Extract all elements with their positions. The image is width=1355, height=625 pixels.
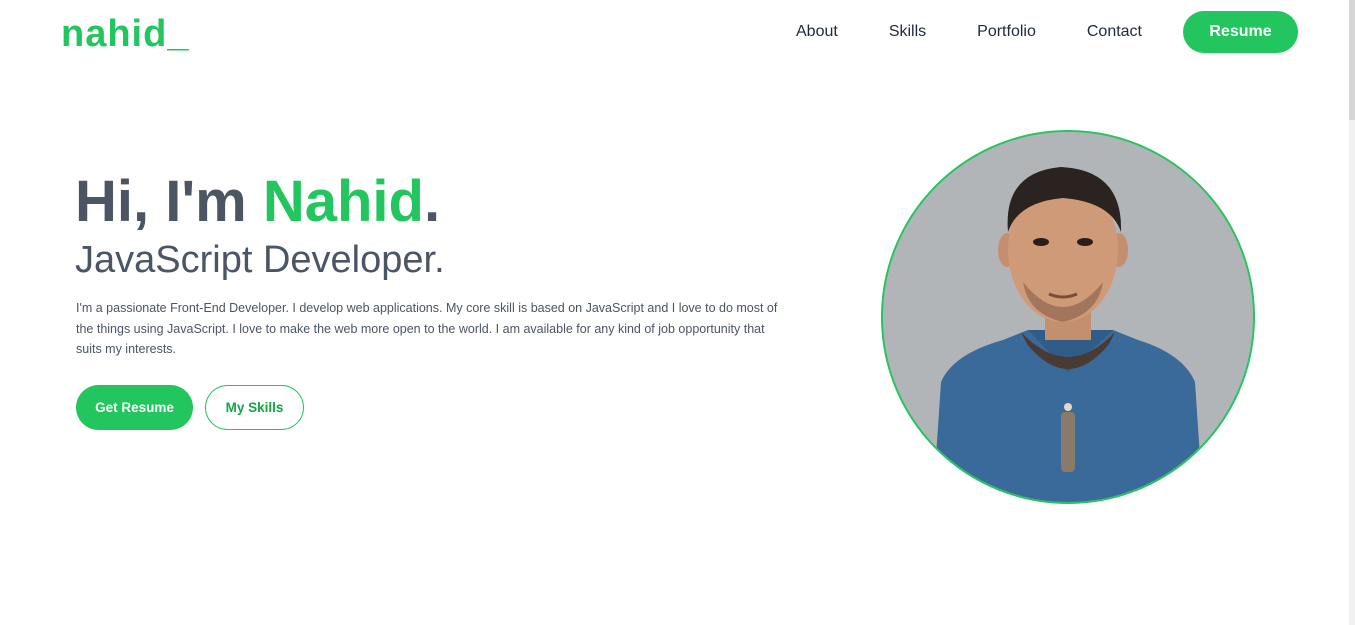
hero-description: I'm a passionate Front-End Developer. I … (76, 301, 778, 356)
site-logo[interactable]: nahid_ (61, 12, 189, 56)
page-scrollbar[interactable] (1349, 0, 1355, 625)
nav-link-contact[interactable]: Contact (1087, 11, 1142, 53)
hero-subtitle: JavaScript Developer. (75, 239, 445, 281)
hero-greeting-suffix: . (423, 169, 441, 234)
main-nav: About Skills Portfolio Contact Resume (796, 11, 1298, 53)
profile-portrait-illustration (883, 132, 1253, 502)
nav-link-skills[interactable]: Skills (889, 11, 926, 53)
nav-link-about[interactable]: About (796, 11, 838, 53)
resume-button[interactable]: Resume (1183, 11, 1298, 53)
nav-link-portfolio[interactable]: Portfolio (977, 11, 1036, 53)
hero-name: Nahid (262, 169, 424, 234)
hero-greeting: Hi, I'm (75, 169, 263, 234)
page: nahid_ About Skills Portfolio Contact Re… (0, 0, 1355, 625)
profile-photo (881, 130, 1255, 504)
hero-title: Hi, I'm Nahid. (75, 168, 440, 236)
my-skills-button[interactable]: My Skills (205, 385, 304, 430)
get-resume-button[interactable]: Get Resume (76, 385, 193, 430)
scrollbar-thumb[interactable] (1349, 0, 1355, 120)
